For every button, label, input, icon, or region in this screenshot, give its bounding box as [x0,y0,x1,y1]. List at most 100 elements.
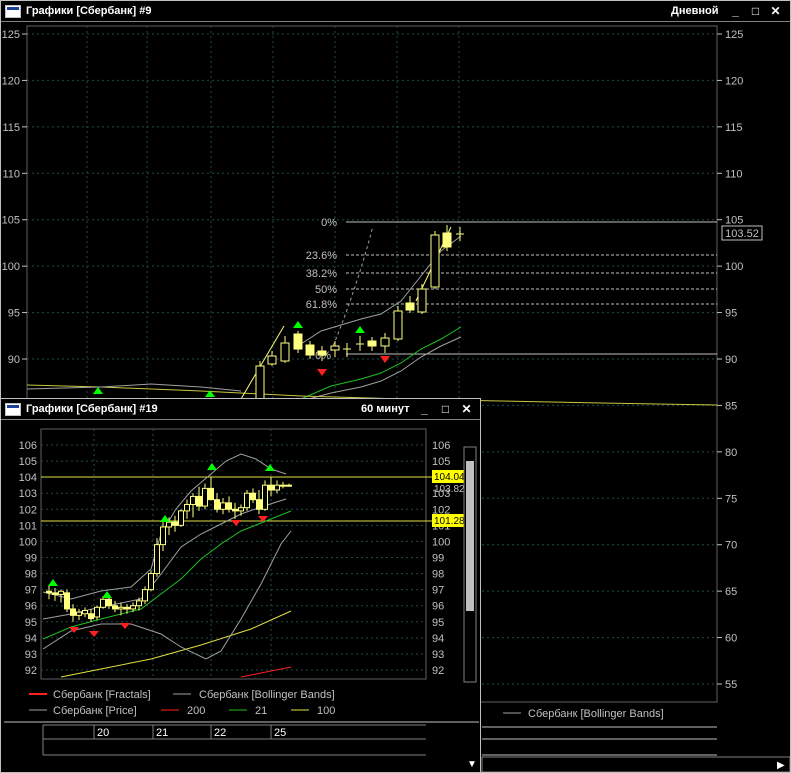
candle-body [274,484,280,491]
axis-label-right: 105 [725,215,743,227]
sub-date-axis [4,719,479,769]
minimize-button[interactable]: _ [417,402,432,416]
axis-label-right: 93 [432,649,444,661]
main-legend-bollinger: Сбербанк [Bollinger Bands] [528,708,664,720]
axis-label-right: 60 [725,633,737,645]
chart-window-icon [5,402,21,416]
legend-100: 100 [317,705,335,717]
sub-date-label: 25 [274,727,286,739]
candle-body [106,598,112,607]
axis-label-right: 85 [725,400,737,412]
axis-label-right: 75 [725,493,737,505]
maximize-button[interactable]: □ [748,4,763,18]
axis-label-right: 65 [725,586,737,598]
axis-label-left: 93 [25,649,37,661]
axis-label-left: 120 [2,75,20,87]
axis-label-right: 100 [725,261,743,273]
sub-axis-left: 106 105 104 103 102 101 100 99 98 97 96 95 94 93 92 [19,440,37,677]
sub-price-tag-1-text: 104.04 [434,472,465,483]
fib-label-50: 50% [315,284,337,296]
fib-label-0: 0% [321,217,337,229]
axis-label-right: 106 [432,440,450,452]
candle [330,345,340,351]
main-scrollbar[interactable] [481,756,790,772]
axis-label-right: 92 [432,665,444,677]
candle [255,365,265,400]
main-axis-right: 125 120 115 110 105 100 95 90 85 80 75 70 65 60 55 [717,29,743,691]
legend-bollinger: Сбербанк [Bollinger Bands] [199,689,335,701]
axis-label-left: 125 [2,29,20,41]
candle-body [262,484,268,510]
sub-date-label: 21 [156,727,168,739]
sub-date-label: 22 [214,727,226,739]
maximize-button[interactable]: □ [438,402,453,416]
sub-scrollbar-thumb[interactable] [466,461,474,611]
axis-label-right: 98 [432,569,444,581]
sub-window-period: 60 минут [361,403,410,415]
axis-label-left: 101 [19,520,37,532]
axis-label-left: 104 [19,472,37,484]
candle-body [46,590,52,594]
legend-price: Сбербанк [Price] [53,705,137,717]
axis-label-left: 98 [25,569,37,581]
main-window-titlebar[interactable]: Графики [Сбербанк] #9 Дневной _ □ ✕ [1,1,790,22]
axis-label-right: 105 [432,456,450,468]
sub-chart-canvas[interactable]: 106 105 104 103 102 101 100 99 98 97 96 95 94 93 92 10… [1,419,480,772]
fib-label-382: 38.2% [306,268,337,280]
main-window-title: Графики [Сбербанк] #9 [26,5,152,17]
candle-body [76,611,82,616]
candle-body [100,598,106,608]
sub-chart-window: Графики [Сбербанк] #19 60 минут _ □ ✕ 10… [0,398,481,773]
candle-body [202,487,208,507]
candle-body [220,502,226,510]
axis-label-right: 115 [725,122,743,134]
sub-window-titlebar[interactable]: Графики [Сбербанк] #19 60 минут _ □ ✕ [1,399,480,420]
axis-label-left: 99 [25,553,37,565]
candle-body [70,608,76,616]
candle-body [214,499,220,510]
axis-label-left: 96 [25,601,37,613]
close-button[interactable]: ✕ [768,4,783,18]
candle-body [238,507,244,512]
axis-label-right: 70 [725,540,737,552]
minimize-button[interactable]: _ [728,4,743,18]
axis-label-right: 80 [725,447,737,459]
axis-label-left: 100 [19,536,37,548]
main-price-tag-text: 103.52 [725,228,759,240]
candle-body [142,589,148,602]
candle-body [112,605,118,610]
axis-label-left: 100 [2,261,20,273]
axis-label-right: 95 [432,617,444,629]
scroll-down-icon[interactable]: ▼ [467,759,477,770]
axis-label-right: 99 [432,553,444,565]
axis-label-left: 106 [19,440,37,452]
sub-window-title: Графики [Сбербанк] #19 [26,403,158,415]
axis-label-right: 97 [432,585,444,597]
sub-price-tag-3-text: 101.28 [434,516,465,527]
candle [305,344,315,356]
candle-body [286,484,292,487]
axis-label-left: 105 [19,456,37,468]
axis-label-right: 94 [432,633,444,645]
candle-body [172,521,178,526]
scroll-right-icon[interactable]: ▶ [777,760,785,771]
candle [393,310,403,340]
candle-body [88,613,94,620]
axis-label-left: 95 [25,617,37,629]
candle [442,232,452,248]
candle-body [124,606,130,610]
candle [405,302,415,311]
chart-window-icon [5,4,21,18]
candle [280,342,290,362]
axis-label-left: 115 [2,122,20,134]
candle-body [136,600,142,607]
legend-200: 200 [187,705,205,717]
fib-label-236: 23.6% [306,250,337,262]
axis-label-right: 90 [725,354,737,366]
sub-price-tag-2-text: 103.82 [434,484,465,495]
axis-label-right: 120 [725,75,743,87]
candle [293,333,303,350]
candle-body [232,508,238,512]
close-button[interactable]: ✕ [459,402,474,416]
candle-body [148,573,154,591]
